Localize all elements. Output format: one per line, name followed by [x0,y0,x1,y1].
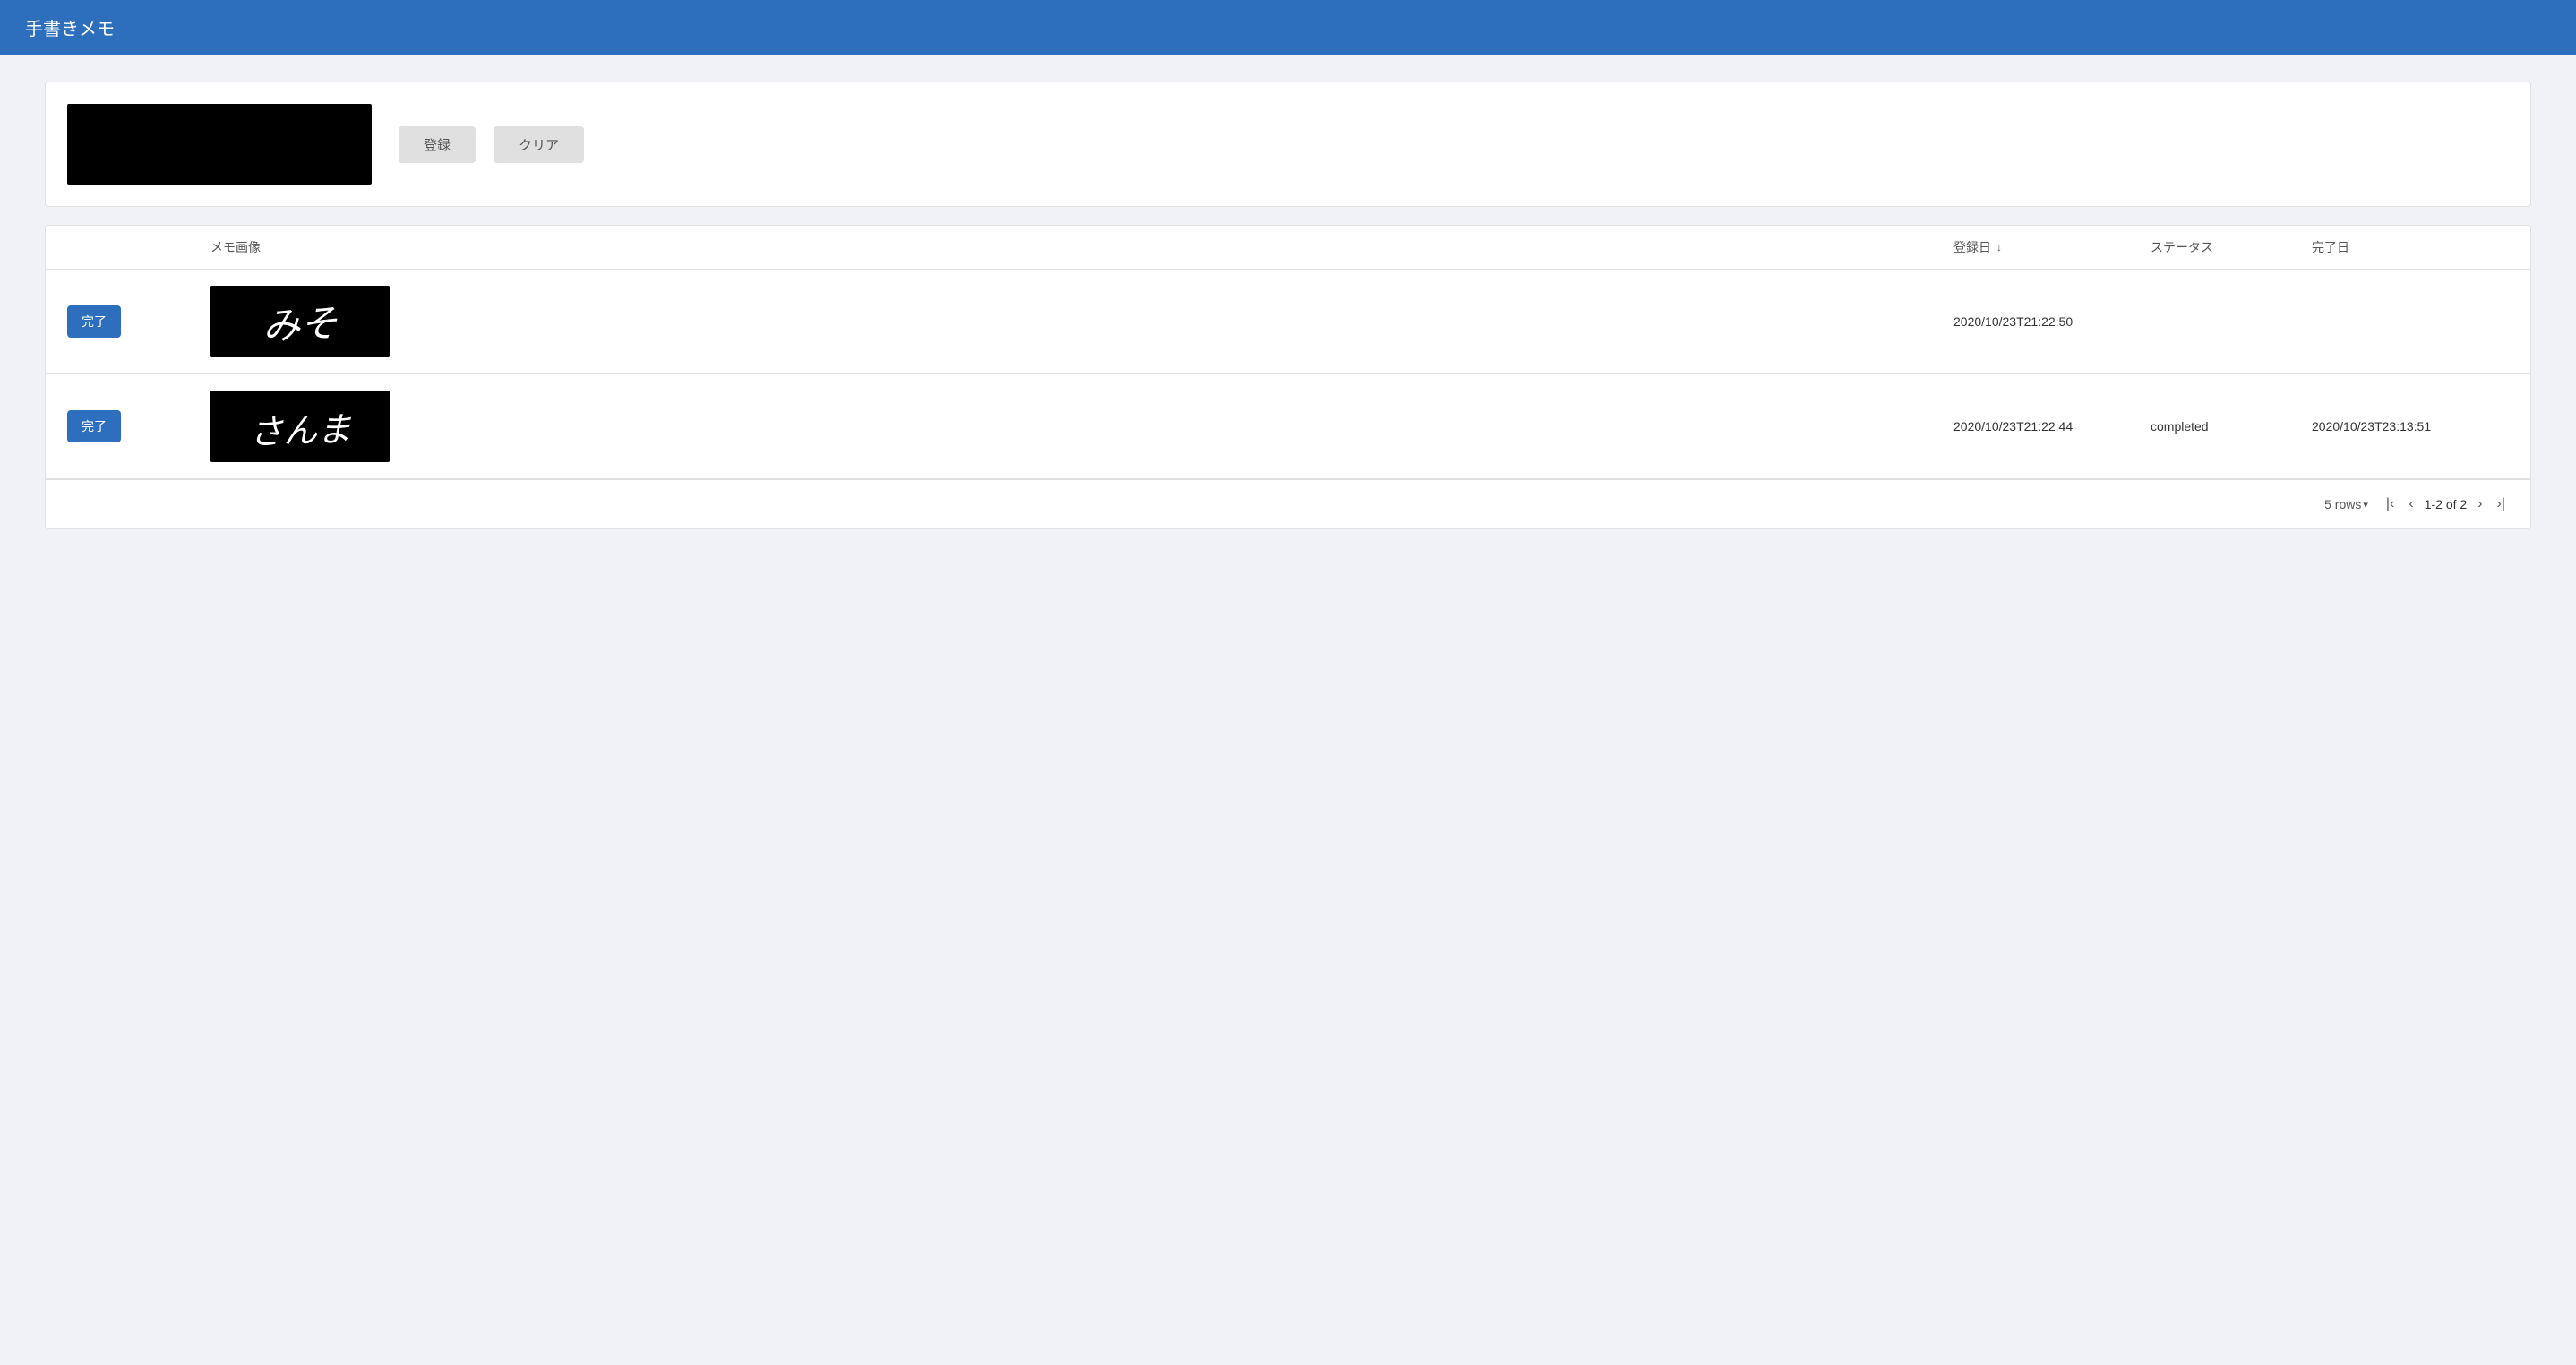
row-action-2: 完了 [67,410,210,442]
table-row: 完了 みそ 2020/10/23T21:22:50 [46,270,2530,374]
memo-image-2: さんま [210,391,390,462]
register-button[interactable]: 登録 [399,126,476,163]
row-date-1: 2020/10/23T21:22:50 [1953,314,2151,329]
input-area: 登録 クリア [67,104,2509,185]
table-footer: 5 rows ▾ |‹ ‹ 1-2 of 2 › ›| [46,479,2530,528]
drawing-canvas[interactable] [67,104,372,185]
complete-button-1[interactable]: 完了 [67,305,121,338]
row-date-2: 2020/10/23T21:22:44 [1953,419,2151,434]
complete-button-2[interactable]: 完了 [67,410,121,442]
rows-dropdown-icon: ▾ [2363,499,2368,511]
table-header: メモ画像 登録日 ↓ ステータス 完了日 [46,226,2530,270]
clear-button[interactable]: クリア [494,126,584,163]
input-card: 登録 クリア [45,82,2531,207]
first-page-button[interactable]: |‹ [2383,493,2398,516]
column-action [67,238,210,256]
column-status: ステータス [2151,238,2312,256]
prev-page-button[interactable]: ‹ [2405,493,2417,516]
column-registered-date[interactable]: 登録日 ↓ [1953,238,2151,256]
memo-svg-1: みそ [210,286,390,357]
main-content: 登録 クリア メモ画像 登録日 ↓ ステータス 完了日 [0,55,2576,556]
row-memo-image-1: みそ [210,286,1953,357]
next-page-button[interactable]: › [2474,493,2486,516]
column-completed-date: 完了日 [2312,238,2509,256]
rows-label: 5 rows [2324,497,2361,511]
svg-text:さんま: さんま [249,411,353,452]
app-title: 手書きメモ [25,20,115,39]
row-action-1: 完了 [67,305,210,338]
row-status-2: completed [2151,419,2312,434]
app-header: 手書きメモ [0,0,2576,55]
pagination-controls: |‹ ‹ 1-2 of 2 › ›| [2383,493,2509,516]
svg-text:みそ: みそ [262,304,339,348]
row-completed-date-2: 2020/10/23T23:13:51 [2312,419,2509,434]
memo-image-1: みそ [210,286,390,357]
memo-svg-2: さんま [210,391,390,462]
sort-icon: ↓ [1996,241,2002,253]
page-info: 1-2 of 2 [2425,497,2467,511]
rows-per-page: 5 rows ▾ [2324,497,2368,511]
column-memo-image: メモ画像 [210,238,1953,256]
table-row: 完了 さんま 2020/10/23T21:22:44 completed 202… [46,374,2530,479]
button-group: 登録 クリア [399,126,584,163]
row-memo-image-2: さんま [210,391,1953,462]
rows-select-wrapper[interactable]: 5 rows ▾ [2324,497,2368,511]
last-page-button[interactable]: ›| [2494,493,2509,516]
table-card: メモ画像 登録日 ↓ ステータス 完了日 完了 [45,225,2531,529]
